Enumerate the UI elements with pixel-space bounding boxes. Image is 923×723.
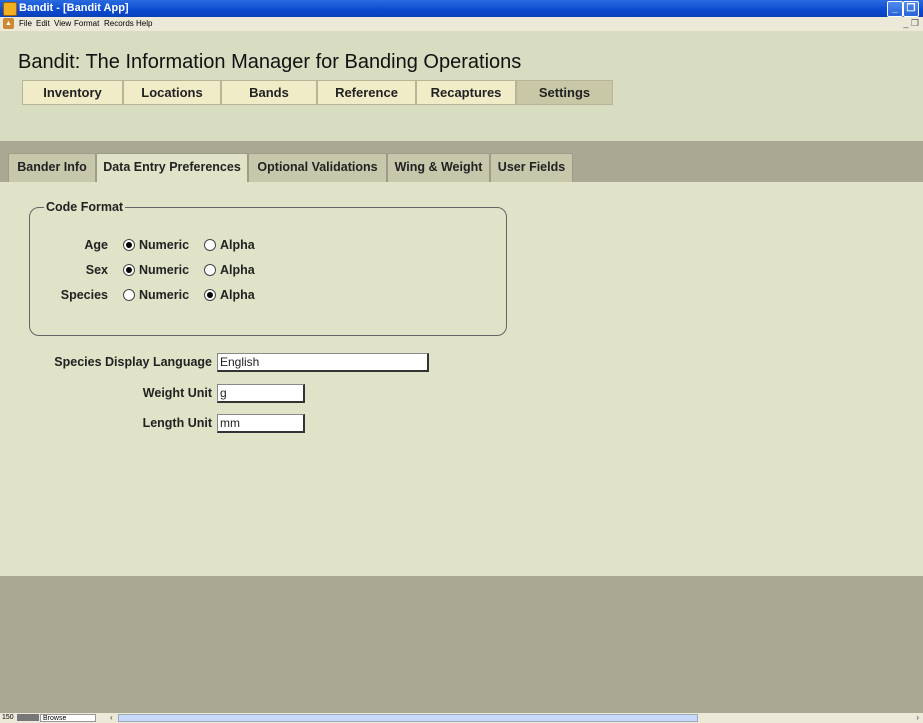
- tab-optional-validations[interactable]: Optional Validations: [248, 153, 387, 182]
- nav-tab-settings[interactable]: Settings: [516, 80, 613, 105]
- nav-tab-reference[interactable]: Reference: [317, 80, 416, 105]
- weight-unit-label: Weight Unit: [142, 386, 212, 400]
- minimize-button[interactable]: _: [887, 1, 903, 17]
- sex-alpha-label: Alpha: [220, 263, 255, 277]
- sex-numeric-label: Numeric: [139, 263, 190, 277]
- menu-view[interactable]: View: [54, 19, 71, 28]
- tab-data-entry-preferences[interactable]: Data Entry Preferences: [96, 153, 248, 183]
- zoom-level[interactable]: 150: [2, 714, 14, 721]
- age-alpha-label: Alpha: [220, 238, 255, 252]
- tab-user-fields[interactable]: User Fields: [490, 153, 573, 182]
- age-numeric-radio[interactable]: [123, 239, 135, 251]
- age-alpha-radio[interactable]: [204, 239, 216, 251]
- length-unit-label: Length Unit: [142, 416, 212, 430]
- length-unit-field[interactable]: mm: [217, 414, 305, 433]
- age-label: Age: [84, 238, 108, 252]
- menu-format[interactable]: Format: [74, 19, 99, 28]
- document-icon: ▲: [3, 18, 14, 29]
- species-numeric-radio[interactable]: [123, 289, 135, 301]
- sex-numeric-radio[interactable]: [123, 264, 135, 276]
- menu-file[interactable]: File: [19, 19, 32, 28]
- menu-records[interactable]: Records: [104, 19, 134, 28]
- weight-unit-field[interactable]: g: [217, 384, 305, 403]
- menu-edit[interactable]: Edit: [36, 19, 50, 28]
- species-language-label: Species Display Language: [54, 355, 212, 369]
- restore-button[interactable]: ❐: [903, 1, 919, 17]
- app-header: Bandit: The Information Manager for Band…: [0, 31, 923, 141]
- horizontal-scrollbar[interactable]: [118, 714, 698, 722]
- nav-tab-bands[interactable]: Bands: [221, 80, 317, 105]
- tab-bander-info[interactable]: Bander Info: [8, 153, 96, 182]
- nav-tab-recaptures[interactable]: Recaptures: [416, 80, 516, 105]
- code-format-legend: Code Format: [44, 200, 126, 214]
- nav-tab-inventory[interactable]: Inventory: [22, 80, 123, 105]
- footer-area: [0, 576, 923, 713]
- scroll-right-icon[interactable]: ›: [916, 713, 919, 722]
- species-alpha-radio[interactable]: [204, 289, 216, 301]
- species-numeric-label: Numeric: [139, 288, 190, 302]
- sex-alpha-radio[interactable]: [204, 264, 216, 276]
- menu-help[interactable]: Help: [136, 19, 152, 28]
- status-bar: 150 Browse ‹ ›: [0, 713, 923, 723]
- species-label: Species: [60, 288, 108, 302]
- app-icon: [3, 2, 17, 16]
- sex-label: Sex: [85, 263, 108, 277]
- view-mode-select[interactable]: Browse: [40, 714, 96, 722]
- record-nav-icon[interactable]: [17, 714, 39, 721]
- nav-tab-locations[interactable]: Locations: [123, 80, 221, 105]
- species-language-field[interactable]: English: [217, 353, 429, 372]
- scroll-left-icon[interactable]: ‹: [110, 713, 113, 722]
- tab-wing-weight[interactable]: Wing & Weight: [387, 153, 490, 182]
- species-alpha-label: Alpha: [220, 288, 255, 302]
- age-numeric-label: Numeric: [139, 238, 190, 252]
- title-bar: Bandit - [Bandit App] _ ❐: [0, 0, 923, 17]
- window-title: Bandit - [Bandit App]: [19, 2, 129, 14]
- mdi-window-buttons[interactable]: _ ❐: [903, 18, 919, 29]
- app-title: Bandit: The Information Manager for Band…: [18, 51, 522, 73]
- menu-bar: ▲ File Edit View Format Records Help _ ❐: [0, 17, 923, 32]
